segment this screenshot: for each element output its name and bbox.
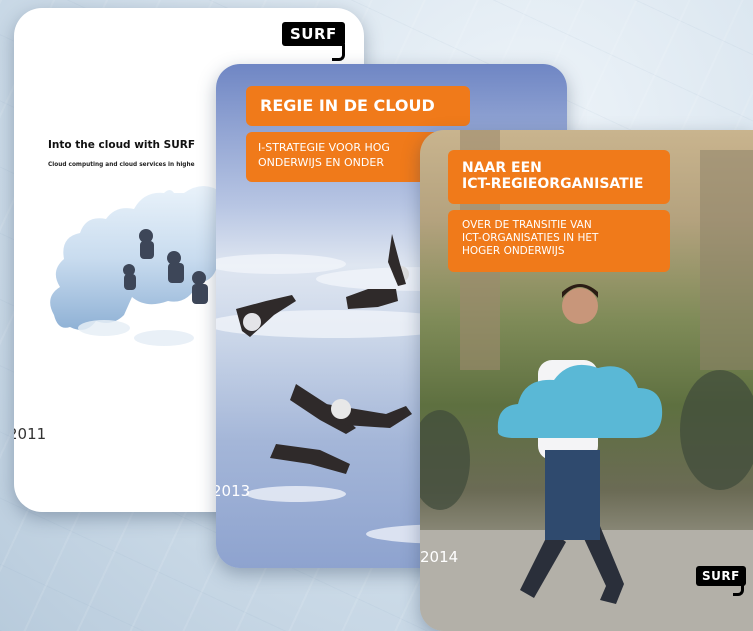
subtitle-line: OVER DE TRANSITIE VAN: [462, 219, 592, 231]
year-label: 2014: [420, 548, 459, 566]
cover-subtitle-banner: OVER DE TRANSITIE VAN ICT-ORGANISATIES I…: [448, 210, 670, 272]
title-line: NAAR EEN: [462, 160, 542, 176]
cover-2014[interactable]: NAAR EEN ICT-REGIEORGANISATIE OVER DE TR…: [420, 130, 753, 631]
subtitle-line: HOGER ONDERWIJS: [462, 245, 565, 257]
year-label: 2011: [14, 425, 47, 443]
cover-title-banner: REGIE IN DE CLOUD: [246, 86, 470, 126]
man-carrying-cloud-image: [420, 130, 753, 631]
title-line: ICT-REGIEORGANISATIE: [462, 176, 644, 192]
subtitle-line: ICT-ORGANISATIES IN HET: [462, 232, 599, 244]
cover-title-banner: NAAR EEN ICT-REGIEORGANISATIE: [448, 150, 670, 204]
surf-logo-tail: [733, 583, 744, 596]
year-label: 2013: [216, 482, 251, 500]
